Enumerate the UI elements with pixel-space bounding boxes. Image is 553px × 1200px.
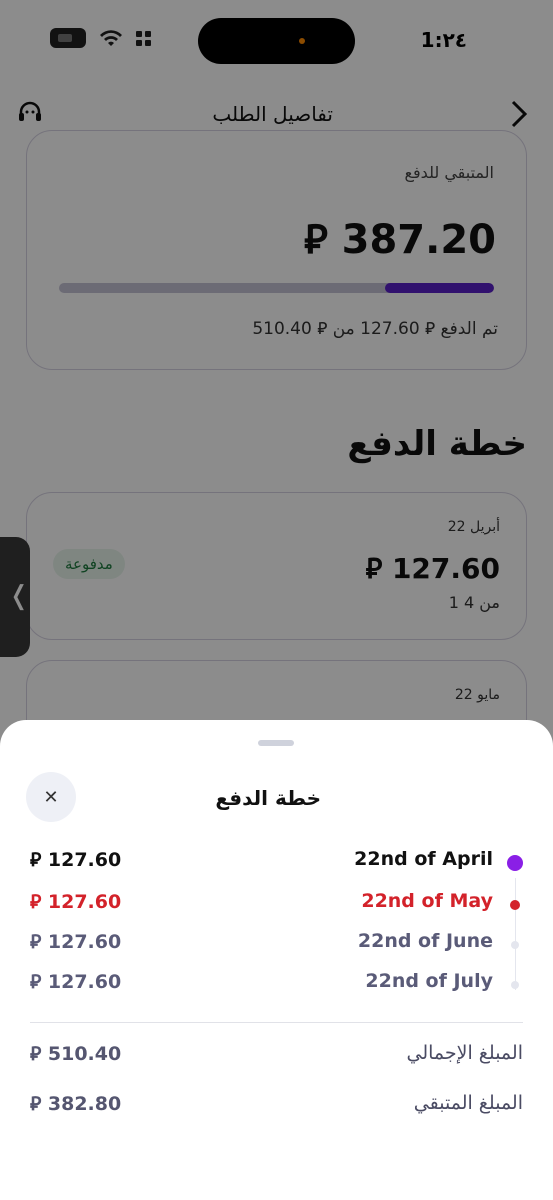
payment-plan-sheet: ✕ خطة الدفع 22nd of April ⃁ 127.60 22nd …	[0, 720, 553, 1200]
total-value: ⃁ 510.40	[30, 1043, 122, 1065]
plan-row: 22nd of July ⃁ 127.60	[0, 970, 553, 1000]
close-icon: ✕	[43, 786, 59, 808]
divider	[30, 1022, 523, 1023]
row-amount: ⃁ 127.60	[30, 849, 122, 871]
timeline-dot	[507, 855, 523, 871]
row-amount: ⃁ 127.60	[30, 891, 122, 913]
plan-row: 22nd of June ⃁ 127.60	[0, 930, 553, 960]
plan-row: 22nd of April ⃁ 127.60	[0, 848, 553, 878]
timeline-dot	[511, 941, 519, 949]
row-date: 22nd of July	[365, 970, 493, 992]
remaining-total-value: ⃁ 382.80	[30, 1093, 122, 1115]
plan-row: 22nd of May ⃁ 127.60	[0, 890, 553, 920]
total-row: المبلغ الإجمالي ⃁ 510.40	[0, 1042, 553, 1072]
row-amount: ⃁ 127.60	[30, 971, 122, 993]
row-date: 22nd of April	[354, 848, 493, 870]
sheet-grabber[interactable]	[258, 740, 294, 746]
row-date: 22nd of May	[361, 890, 493, 912]
row-date: 22nd of June	[357, 930, 493, 952]
close-button[interactable]: ✕	[26, 772, 76, 822]
total-label: المبلغ الإجمالي	[406, 1042, 524, 1064]
row-amount: ⃁ 127.60	[30, 931, 122, 953]
remaining-row: المبلغ المتبقي ⃁ 382.80	[0, 1092, 553, 1122]
timeline-dot	[511, 981, 519, 989]
timeline-dot	[510, 900, 520, 910]
remaining-total-label: المبلغ المتبقي	[413, 1092, 523, 1114]
sheet-title: خطة الدفع	[215, 786, 321, 810]
